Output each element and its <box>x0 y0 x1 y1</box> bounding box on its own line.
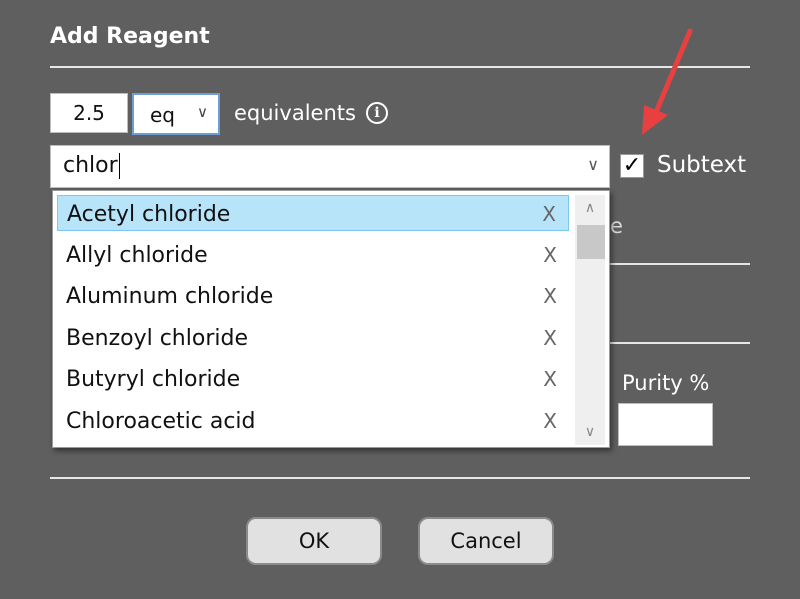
dropdown-scrollbar[interactable]: ∧ ∨ <box>575 195 605 445</box>
info-icon[interactable]: i <box>366 102 388 124</box>
remove-icon[interactable]: X <box>542 202 556 226</box>
list-item[interactable]: Aluminum chloride X <box>57 278 569 314</box>
amount-input[interactable]: 2.5 <box>50 93 128 133</box>
list-item[interactable]: Benzoyl chloride X <box>57 320 569 356</box>
unit-select[interactable]: eq ∨ <box>132 93 220 135</box>
reagent-search-combobox[interactable]: chlor ∨ <box>50 145 610 188</box>
remove-icon[interactable]: X <box>543 367 557 391</box>
remove-icon[interactable]: X <box>543 284 557 308</box>
reagent-dropdown-list: Acetyl chloride X Allyl chloride X Alumi… <box>52 190 610 448</box>
ok-button[interactable]: OK <box>246 517 382 565</box>
chevron-down-icon: ∨ <box>197 103 208 121</box>
cancel-button[interactable]: Cancel <box>418 517 554 565</box>
unit-value: eq <box>150 103 175 127</box>
purity-label: Purity % <box>622 371 710 395</box>
list-item-label: Acetyl chloride <box>67 202 231 227</box>
list-item-label: Benzoyl chloride <box>66 326 248 351</box>
annotation-arrow-icon <box>642 28 693 135</box>
subtext-checkbox[interactable]: ✓ <box>620 154 644 178</box>
unit-label: equivalents <box>234 101 356 125</box>
section-divider <box>610 342 750 344</box>
chevron-down-icon[interactable]: ∨ <box>575 419 605 445</box>
text-caret <box>118 153 120 179</box>
footer-divider <box>50 477 750 479</box>
list-item[interactable]: Allyl chloride X <box>57 237 569 273</box>
chevron-up-icon[interactable]: ∧ <box>575 195 605 221</box>
list-item[interactable]: Butyryl chloride X <box>57 361 569 397</box>
remove-icon[interactable]: X <box>543 409 557 433</box>
subtext-label: Subtext <box>657 152 747 178</box>
list-item-label: Aluminum chloride <box>66 284 274 309</box>
search-input[interactable]: chlor <box>63 153 120 179</box>
dialog-title: Add Reagent <box>50 24 210 49</box>
amount-value: 2.5 <box>73 101 105 125</box>
obscured-field-label: e <box>610 214 623 238</box>
scrollbar-thumb[interactable] <box>577 225 605 259</box>
list-item[interactable]: Chloroacetic acid X <box>57 403 569 439</box>
list-item-label: Allyl chloride <box>66 243 208 268</box>
remove-icon[interactable]: X <box>543 326 557 350</box>
search-text: chlor <box>63 153 118 178</box>
list-item-label: Chloroacetic acid <box>66 409 256 434</box>
section-divider <box>610 263 750 265</box>
list-item[interactable]: Acetyl chloride X <box>57 195 569 231</box>
chevron-down-icon[interactable]: ∨ <box>587 155 599 174</box>
remove-icon[interactable]: X <box>543 243 557 267</box>
list-item-label: Butyryl chloride <box>66 367 241 392</box>
purity-input[interactable] <box>618 403 713 446</box>
